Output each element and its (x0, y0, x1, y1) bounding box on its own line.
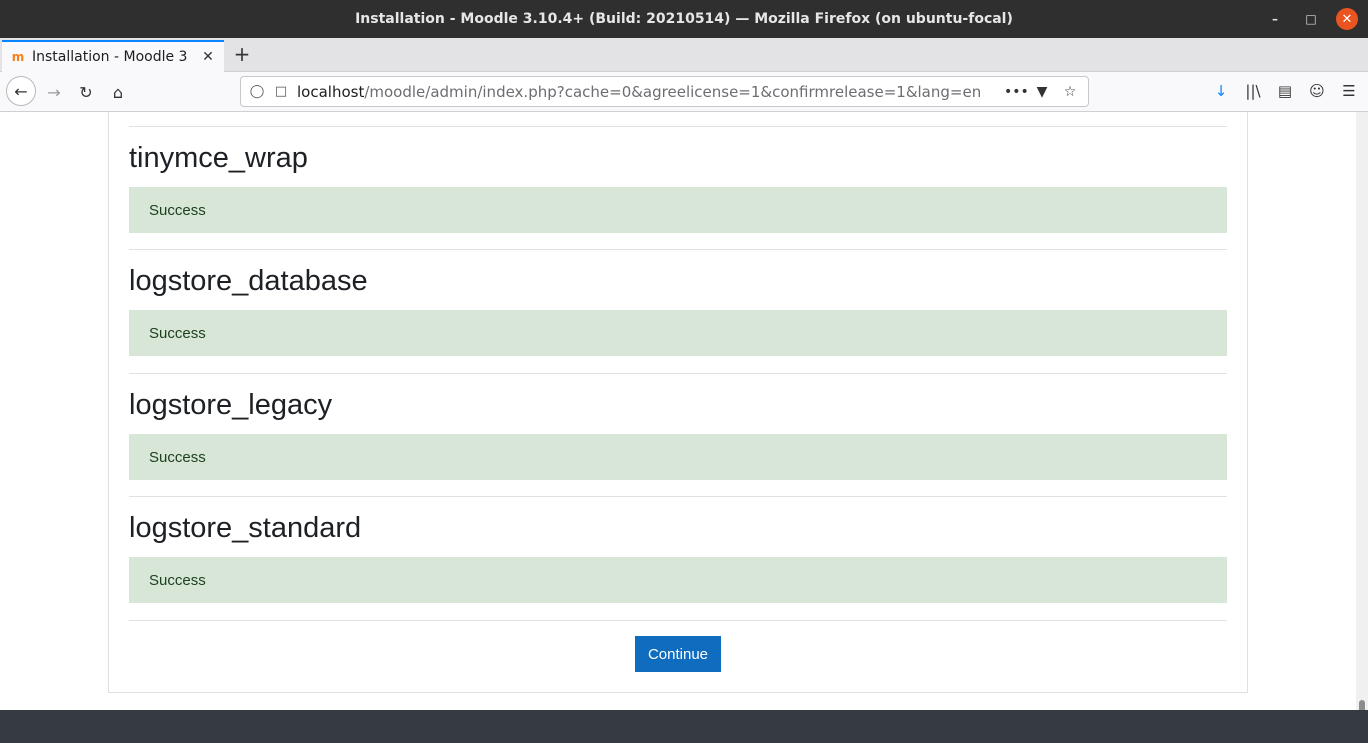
divider (129, 126, 1227, 127)
page-info-icon[interactable]: □ (273, 84, 289, 99)
minimize-icon[interactable]: – (1264, 8, 1286, 30)
page-footer-strip (0, 710, 1368, 743)
page-scrollbar[interactable] (1356, 112, 1368, 736)
divider (129, 249, 1227, 250)
url-host: localhost (297, 82, 365, 101)
close-window-icon[interactable]: ✕ (1336, 8, 1358, 30)
moodle-icon: m (11, 50, 25, 64)
home-icon[interactable]: ⌂ (104, 78, 132, 106)
tab-close-icon[interactable]: ✕ (200, 49, 216, 65)
toolbar-right: ↓ ||\ ▤ ☺ ☰ (1210, 80, 1360, 102)
url-bar[interactable]: ◯ □ localhost/moodle/admin/index.php?cac… (240, 76, 1089, 107)
success-alert: Success (129, 434, 1227, 480)
plugin-heading: logstore_standard (129, 512, 362, 544)
back-icon[interactable]: ← (6, 76, 36, 106)
browser-tab[interactable]: m Installation - Moodle 3 ✕ (2, 40, 224, 72)
reload-icon[interactable]: ↻ (72, 78, 100, 106)
divider (129, 496, 1227, 497)
url-path: /moodle/admin/index.php?cache=0&agreelic… (364, 82, 982, 101)
url-text[interactable]: localhost/moodle/admin/index.php?cache=0… (297, 83, 996, 101)
plugin-heading: tinymce_wrap (129, 142, 308, 174)
menu-icon[interactable]: ☰ (1338, 80, 1360, 102)
install-results-card: tinymce_wrap Success logstore_database S… (108, 112, 1248, 693)
success-alert: Success (129, 557, 1227, 603)
page-viewport: tinymce_wrap Success logstore_database S… (0, 112, 1356, 710)
divider (129, 620, 1227, 621)
success-alert: Success (129, 310, 1227, 356)
sidebar-icon[interactable]: ▤ (1274, 80, 1296, 102)
window-controls: – □ ✕ (1264, 8, 1358, 30)
navigation-toolbar: ← → ↻ ⌂ ◯ □ localhost/moodle/admin/index… (0, 72, 1368, 112)
tab-title: Installation - Moodle 3 (32, 49, 188, 65)
tracking-protection-icon[interactable]: ◯ (249, 84, 265, 99)
window-title: Installation - Moodle 3.10.4+ (Build: 20… (355, 11, 1013, 27)
page-actions-icon[interactable]: ••• (1004, 84, 1029, 100)
divider (129, 373, 1227, 374)
continue-button[interactable]: Continue (635, 636, 721, 672)
pocket-icon[interactable]: ▼ (1032, 84, 1052, 100)
forward-icon[interactable]: → (40, 78, 68, 106)
new-tab-icon[interactable]: + (232, 44, 252, 64)
plugin-heading: logstore_legacy (129, 389, 333, 421)
success-alert: Success (129, 187, 1227, 233)
download-icon[interactable]: ↓ (1210, 80, 1232, 102)
library-icon[interactable]: ||\ (1242, 80, 1264, 102)
plugin-heading: logstore_database (129, 265, 368, 297)
tab-strip: m Installation - Moodle 3 ✕ + (0, 38, 1368, 72)
maximize-icon[interactable]: □ (1300, 8, 1322, 30)
bookmark-star-icon[interactable]: ☆ (1060, 84, 1080, 100)
window-titlebar: Installation - Moodle 3.10.4+ (Build: 20… (0, 0, 1368, 38)
account-icon[interactable]: ☺ (1306, 80, 1328, 102)
